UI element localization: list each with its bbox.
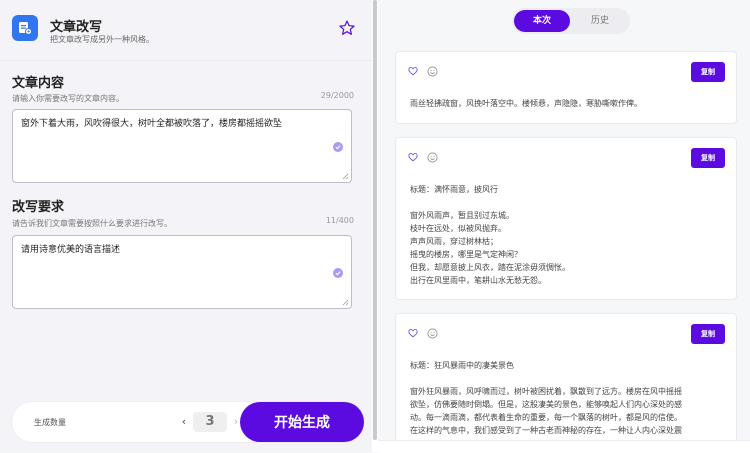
requirement-section-title: 改写要求 (12, 200, 65, 215)
quantity-value[interactable]: 3 (193, 412, 227, 432)
result-line: 摇曳的楼房，哪里是气定神闲？ (410, 250, 522, 259)
input-panel: 文章改写 把文章改写成另外一种风格。 文章内容 请输入你需要改写的文章内容。 2… (0, 0, 373, 452)
heart-icon[interactable] (408, 152, 418, 162)
result-tabs: 本次 历史 (512, 8, 630, 34)
start-generate-button[interactable]: 开始生成 (240, 402, 364, 442)
tab-history[interactable]: 历史 (572, 8, 628, 34)
resize-handle-icon[interactable] (342, 173, 349, 180)
requirement-section-description: 请告诉我们文章需要按照什么要求进行改写。 (12, 219, 172, 228)
result-line: 标题：狂风暴雨中的凄美景色 (410, 361, 514, 370)
content-section-description: 请输入你需要改写的文章内容。 (12, 94, 124, 103)
result-line: 动。每一滴雨滴，都代表着生命的重要，每一个飘落的树叶，都是风的信使。 (410, 413, 682, 422)
result-text: 雨丝轻拂疏窗，风挽叶落空中。楼倾悬，声隐隐，寒胁嘶嗽作俾。 (410, 97, 722, 110)
heart-icon[interactable] (408, 66, 418, 76)
left-scrollbar-thumb[interactable] (373, 0, 377, 440)
favorite-star-icon[interactable] (338, 19, 356, 37)
result-text: 标题：狂风暴雨中的凄美景色 窗外狂风暴雨，风呼啸而过，树叶被困扰着，飘散到了远方… (410, 359, 722, 437)
resize-handle-icon[interactable] (342, 299, 349, 306)
rewrite-requirement-input[interactable]: 请用诗意优美的语言描述 (12, 235, 352, 309)
article-content-input[interactable]: 窗外下着大雨，风吹得很大，树叶全都被吹落了，楼房都摇摇欲坠 (12, 109, 352, 183)
generate-bar: 生成数量 ‹ 3 › 开始生成 (12, 402, 364, 442)
result-line: 但我，却愿意披上风衣，踏在泥涂毋须惆怅。 (410, 263, 570, 272)
content-section-title: 文章内容 (12, 76, 65, 91)
check-circle-icon (333, 268, 343, 278)
result-line: 声声风雨，穿过树林枯； (410, 237, 498, 246)
bottom-scrollbar[interactable] (378, 440, 750, 453)
app-logo-icon (12, 15, 38, 41)
heart-icon[interactable] (408, 328, 418, 338)
app-title: 文章改写 (50, 20, 103, 35)
generate-count-label: 生成数量 (34, 418, 66, 427)
result-line: 标题：满怀雨意，披风行 (410, 185, 498, 194)
requirement-char-counter: 11/400 (325, 216, 354, 225)
copy-button[interactable]: 复制 (691, 324, 725, 344)
result-card: 复制 标题：满怀雨意，披风行 窗外风雨声，暂且别过东城。 枝叶在远处，似被风抛弃… (395, 137, 737, 300)
content-char-counter: 29/2000 (320, 91, 354, 100)
result-line: 窗外风雨声，暂且别过东城。 (410, 211, 514, 220)
result-line: 窗外狂风暴雨，风呼啸而过，树叶被困扰着，飘散到了远方。楼房在风中摇摇 (410, 387, 682, 396)
result-line: 出行在风里雨中，笔耕山水无愁无怨。 (410, 276, 546, 285)
result-line: 雨丝轻拂疏窗，风挽叶落空中。楼倾悬，声隐隐，寒胁嘶嗽作俾。 (410, 99, 642, 108)
rewrite-requirement-value: 请用诗意优美的语言描述 (21, 245, 121, 255)
results-panel: 本次 历史 复制 雨丝轻拂疏窗，风挽叶落空中。楼倾悬，声隐隐，寒胁嘶嗽作俾。 复… (378, 0, 750, 452)
quantity-stepper: ‹ 3 › (177, 410, 243, 434)
smile-icon[interactable] (427, 152, 438, 163)
decrement-button[interactable]: ‹ (177, 410, 191, 434)
copy-button[interactable]: 复制 (691, 148, 725, 168)
app-header: 文章改写 把文章改写成另外一种风格。 (0, 0, 372, 61)
article-content-value: 窗外下着大雨，风吹得很大，树叶全都被吹落了，楼房都摇摇欲坠 (21, 119, 283, 129)
result-line: 枝叶在远处，似被风抛弃。 (410, 224, 506, 233)
result-card: 复制 标题：狂风暴雨中的凄美景色 窗外狂风暴雨，风呼啸而过，树叶被困扰着，飘散到… (395, 313, 737, 452)
app-subtitle: 把文章改写成另外一种风格。 (50, 35, 154, 44)
result-text: 标题：满怀雨意，披风行 窗外风雨声，暂且别过东城。 枝叶在远处，似被风抛弃。 声… (410, 183, 722, 287)
result-card: 复制 雨丝轻拂疏窗，风挽叶落空中。楼倾悬，声隐隐，寒胁嘶嗽作俾。 (395, 51, 737, 124)
copy-button[interactable]: 复制 (691, 62, 725, 82)
tab-current[interactable]: 本次 (514, 10, 570, 32)
smile-icon[interactable] (427, 66, 438, 77)
check-circle-icon (333, 142, 343, 152)
result-line: 在这样的气息中，我们感受到了一种古老而神秘的存在，一种让人内心深处震 (410, 426, 682, 435)
smile-icon[interactable] (427, 328, 438, 339)
result-line: 欲坠，仿佛要随时倒塌。但是，这股凄美的景色，能够唤起人们内心深处的感 (410, 400, 682, 409)
